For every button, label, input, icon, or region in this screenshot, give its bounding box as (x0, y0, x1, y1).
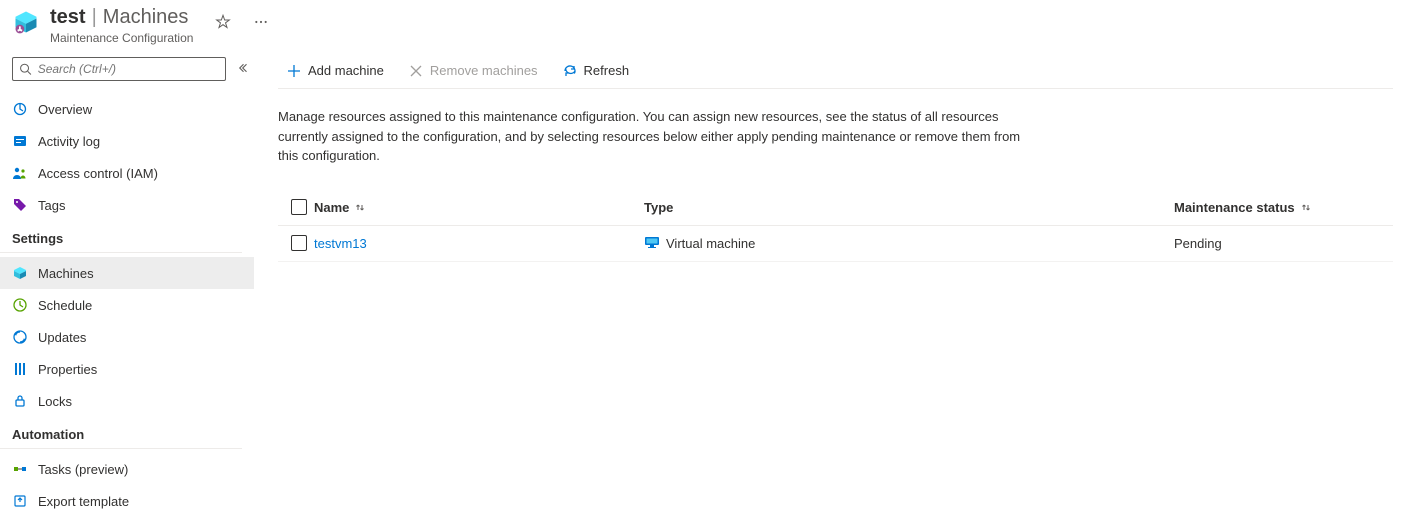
remove-machines-button: Remove machines (400, 55, 546, 87)
sort-icon (1301, 202, 1311, 212)
resource-type: Virtual machine (666, 236, 755, 251)
toolbar: Add machine Remove machines Refresh (278, 53, 1393, 89)
schedule-icon (12, 297, 28, 313)
tags-icon (12, 197, 28, 213)
collapse-sidebar-button[interactable] (236, 62, 248, 77)
refresh-icon (562, 63, 578, 79)
search-icon (19, 62, 32, 76)
table-header-row: Name Type Maintenance status (278, 190, 1393, 226)
page-title-resource: test (50, 6, 86, 29)
sidebar-item-updates[interactable]: Updates (0, 321, 254, 353)
locks-icon (12, 393, 28, 409)
sidebar-item-properties[interactable]: Properties (0, 353, 254, 385)
table-row[interactable]: testvm13 Virtual machine Pending (278, 226, 1393, 262)
column-header-type[interactable]: Type (644, 200, 1174, 215)
more-button[interactable] (249, 10, 273, 34)
sidebar-item-machines[interactable]: Machines (0, 257, 254, 289)
vm-icon (644, 234, 660, 253)
x-icon (408, 63, 424, 79)
plus-icon (286, 63, 302, 79)
properties-icon (12, 361, 28, 377)
tasks-icon (12, 461, 28, 477)
sidebar-item-tags[interactable]: Tags (0, 189, 254, 221)
overview-icon (12, 101, 28, 117)
column-header-status[interactable]: Maintenance status (1174, 200, 1393, 215)
sidebar-item-locks[interactable]: Locks (0, 385, 254, 417)
page-subtitle: Maintenance Configuration (50, 31, 193, 45)
machines-icon (12, 265, 28, 281)
machines-table: Name Type Maintenance status testvm13 (278, 190, 1393, 262)
sidebar-item-tasks[interactable]: Tasks (preview) (0, 453, 254, 485)
updates-icon (12, 329, 28, 345)
resource-link[interactable]: testvm13 (314, 236, 367, 251)
sort-icon (355, 202, 365, 212)
search-input-wrapper[interactable] (12, 57, 226, 81)
sidebar-item-schedule[interactable]: Schedule (0, 289, 254, 321)
sidebar-item-export-template[interactable]: Export template (0, 485, 254, 517)
select-all-checkbox[interactable] (291, 199, 307, 215)
export-template-icon (12, 493, 28, 509)
column-header-name[interactable]: Name (314, 200, 644, 215)
activity-log-icon (12, 133, 28, 149)
description-text: Manage resources assigned to this mainte… (278, 107, 1038, 166)
page-title-section: Machines (103, 6, 189, 29)
row-checkbox[interactable] (291, 235, 307, 251)
sidebar-item-access-control[interactable]: Access control (IAM) (0, 157, 254, 189)
sidebar-item-overview[interactable]: Overview (0, 93, 254, 125)
sidebar-item-activity-log[interactable]: Activity log (0, 125, 254, 157)
refresh-button[interactable]: Refresh (554, 55, 638, 87)
sidebar-group-automation: Automation (0, 417, 242, 449)
sidebar-group-settings: Settings (0, 221, 242, 253)
search-input[interactable] (38, 62, 219, 76)
add-machine-button[interactable]: Add machine (278, 55, 392, 87)
sidebar: Overview Activity log Access control (IA… (0, 49, 254, 517)
favorite-button[interactable] (211, 10, 235, 34)
access-control-icon (12, 165, 28, 181)
page-title-separator: | (92, 6, 97, 29)
maintenance-status: Pending (1174, 236, 1222, 251)
maintenance-config-icon (12, 8, 40, 36)
